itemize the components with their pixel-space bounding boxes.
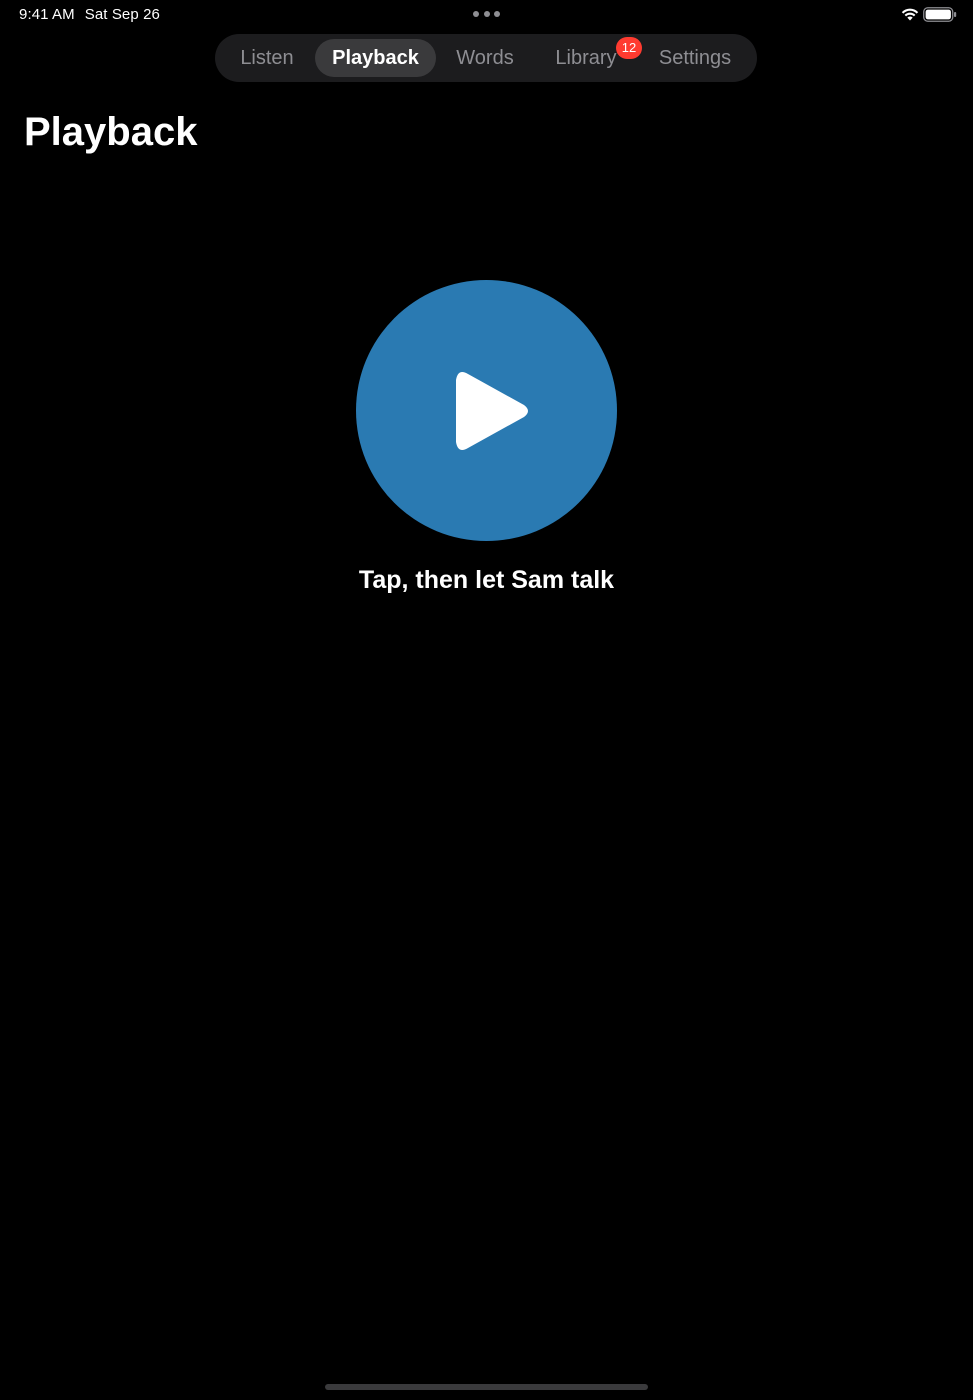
segmented-tab-control: Listen Playback Words Library Settings 1…	[215, 34, 757, 82]
status-date: Sat Sep 26	[84, 6, 160, 23]
more-dots-icon[interactable]	[473, 11, 500, 17]
dot	[473, 11, 479, 17]
tab-playback[interactable]: Playback	[315, 39, 436, 77]
dot	[483, 11, 490, 17]
status-time-date: 9:41 AM Sat Sep 26	[19, 6, 160, 23]
play-button[interactable]	[356, 280, 617, 541]
tab-settings[interactable]: Settings	[641, 39, 749, 77]
play-icon	[456, 372, 528, 450]
home-indicator[interactable]	[325, 1384, 648, 1390]
tab-words[interactable]: Words	[440, 39, 530, 77]
status-bar: 9:41 AM Sat Sep 26	[0, 0, 973, 28]
dot	[494, 11, 500, 17]
tab-listen[interactable]: Listen	[223, 39, 311, 77]
wifi-icon	[901, 8, 919, 21]
status-time: 9:41 AM	[19, 6, 75, 23]
playback-prompt: Tap, then let Sam talk	[358, 566, 615, 594]
battery-icon	[923, 7, 957, 22]
library-badge: 12	[616, 37, 642, 59]
page-title: Playback	[24, 110, 198, 154]
